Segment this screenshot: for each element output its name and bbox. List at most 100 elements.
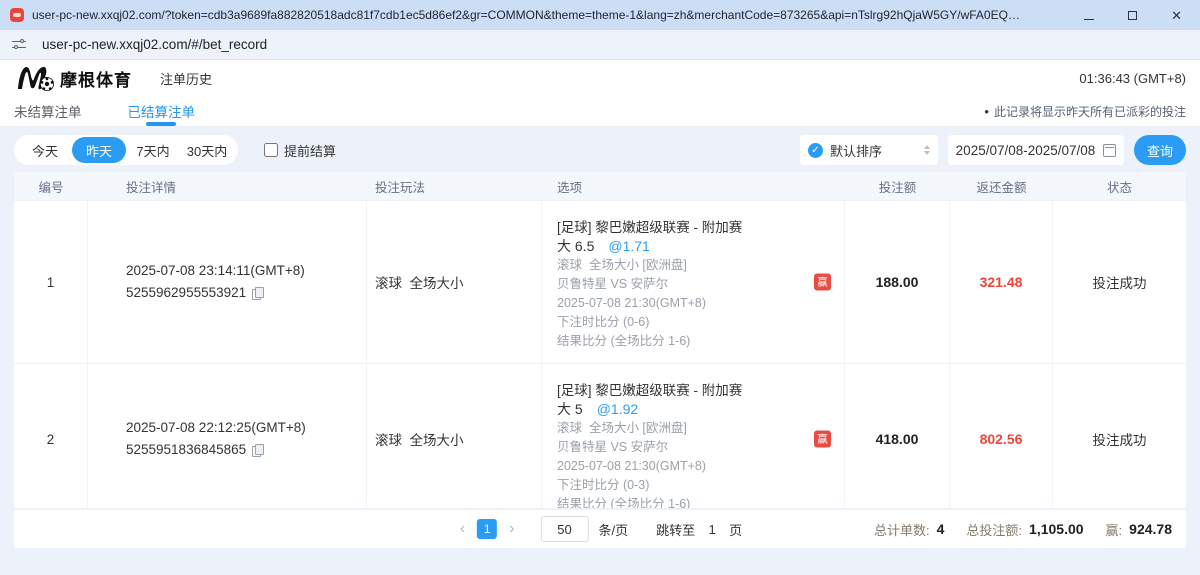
stake-amount: 188.00 <box>845 201 950 363</box>
result-score: 结果比分 (全场比分 1-6) <box>557 495 836 508</box>
bet-detail-cell: 2025-07-08 23:14:11(GMT+8) 5255962955553… <box>88 201 367 363</box>
table-header-row: 编号 投注详情 投注玩法 选项 投注额 返还金额 状态 <box>14 172 1186 200</box>
col-detail: 投注详情 <box>88 172 367 200</box>
site-settings-icon[interactable] <box>12 37 28 53</box>
play-type: 滚球 全场大小 <box>367 201 542 363</box>
check-circle-icon: ✓ <box>808 143 823 158</box>
bet-time: 2025-07-08 22:12:25(GMT+8) <box>126 417 358 439</box>
bet-record-table: 编号 投注详情 投注玩法 选项 投注额 返还金额 状态 1 2025-07-08… <box>14 172 1186 508</box>
sort-caret-icon <box>924 145 930 155</box>
page-unit-label: 页 <box>729 520 742 539</box>
bet-status: 投注成功 <box>1053 201 1186 363</box>
next-page-icon[interactable]: › <box>507 521 516 537</box>
address-url[interactable]: user-pc-new.xxqj02.com/#/bet_record <box>42 37 267 52</box>
pick-and-odds: 大 6.5@1.71 <box>557 237 836 256</box>
prev-page-icon[interactable]: ‹ <box>458 521 467 537</box>
close-icon[interactable]: ✕ <box>1171 9 1182 22</box>
score-at-bet: 下注时比分 (0-3) <box>557 476 836 495</box>
page-title: 注单历史 <box>160 69 212 88</box>
early-settle-checkbox[interactable] <box>264 143 278 157</box>
stake-amount: 418.00 <box>845 364 950 508</box>
bullet-icon: • <box>984 104 989 119</box>
match-teams: 贝鲁特星 VS 安萨尔 <box>557 438 836 457</box>
win-label: 赢: <box>1106 520 1123 539</box>
copy-icon[interactable] <box>252 444 263 456</box>
brand-name: 摩根体育 <box>60 66 132 91</box>
table-row: 1 2025-07-08 23:14:11(GMT+8) 52559629555… <box>14 200 1186 363</box>
calendar-icon <box>1103 144 1116 157</box>
table-footer: ‹ 1 › 条/页 跳转至 1 页 总计单数: 4 总投注额: 1,105.00… <box>14 510 1186 548</box>
filter-row: 今天 昨天 7天内 30天内 提前结算 ✓ 默认排序 2025/07/08-20… <box>14 135 1186 165</box>
league-name: [足球] 黎巴嫩超级联赛 - 附加赛 <box>557 381 836 400</box>
query-button[interactable]: 查询 <box>1134 135 1186 165</box>
filter-30days[interactable]: 30天内 <box>180 137 234 163</box>
copy-icon[interactable] <box>252 287 263 299</box>
row-number: 2 <box>14 364 88 508</box>
tab-bar: 未结算注单 已结算注单 • 此记录将显示昨天所有已派彩的投注 <box>0 96 1200 127</box>
jump-to-label: 跳转至 <box>656 520 695 539</box>
date-range-value: 2025/07/08-2025/07/08 <box>956 143 1096 158</box>
sort-selected-value: 默认排序 <box>830 141 917 160</box>
return-amount: 321.48 <box>950 201 1053 363</box>
bet-detail-cell: 2025-07-08 22:12:25(GMT+8) 5255951836845… <box>88 364 367 508</box>
filter-today[interactable]: 今天 <box>18 137 72 163</box>
brand-logo-icon <box>14 63 56 93</box>
result-score: 结果比分 (全场比分 1-6) <box>557 332 836 351</box>
bet-id: 5255951836845865 <box>126 439 246 461</box>
browser-urlbar[interactable]: user-pc-new.xxqj02.com/#/bet_record <box>0 30 1200 60</box>
filter-yesterday[interactable]: 昨天 <box>72 137 126 163</box>
col-play: 投注玩法 <box>367 172 542 200</box>
active-tab-indicator <box>146 122 176 126</box>
league-name: [足球] 黎巴嫩超级联赛 - 附加赛 <box>557 218 836 237</box>
maximize-icon[interactable] <box>1128 9 1137 22</box>
server-clock: 01:36:43 (GMT+8) <box>1079 71 1186 86</box>
win-value: 924.78 <box>1129 521 1172 537</box>
col-no: 编号 <box>14 172 88 200</box>
totals-summary: 总计单数: 4 总投注额: 1,105.00 赢: 924.78 <box>874 520 1172 539</box>
record-notice: • 此记录将显示昨天所有已派彩的投注 <box>984 103 1186 120</box>
col-return: 返还金额 <box>950 172 1053 200</box>
minimize-icon[interactable] <box>1084 9 1094 22</box>
bet-id: 5255962955553921 <box>126 282 246 304</box>
date-range-picker[interactable]: 2025/07/08-2025/07/08 <box>948 135 1124 165</box>
market-info: 滚球 全场大小 [欧洲盘] <box>557 256 836 275</box>
filter-7days[interactable]: 7天内 <box>126 137 180 163</box>
odds-value: @1.71 <box>608 238 649 254</box>
win-badge-icon: 赢 <box>814 274 831 291</box>
table-row: 2 2025-07-08 22:12:25(GMT+8) 52559518368… <box>14 363 1186 508</box>
tab-settled[interactable]: 已结算注单 <box>128 96 196 126</box>
early-settle-option[interactable]: 提前结算 <box>264 141 336 160</box>
browser-tab-title: user-pc-new.xxqj02.com/?token=cdb3a9689f… <box>32 8 1022 22</box>
return-amount: 802.56 <box>950 364 1053 508</box>
odds-value: @1.92 <box>597 401 638 417</box>
match-time: 2025-07-08 21:30(GMT+8) <box>557 294 836 313</box>
col-option: 选项 <box>542 172 845 200</box>
total-count-value: 4 <box>937 521 945 537</box>
app-header: 摩根体育 注单历史 01:36:43 (GMT+8) <box>0 60 1200 96</box>
page-number-button[interactable]: 1 <box>477 519 497 539</box>
score-at-bet: 下注时比分 (0-6) <box>557 313 836 332</box>
pick-and-odds: 大 5@1.92 <box>557 400 836 419</box>
play-type: 滚球 全场大小 <box>367 364 542 508</box>
sort-select[interactable]: ✓ 默认排序 <box>800 135 938 165</box>
browser-titlebar: user-pc-new.xxqj02.com/?token=cdb3a9689f… <box>0 0 1200 30</box>
page-size-input[interactable] <box>541 516 589 542</box>
jump-page-value[interactable]: 1 <box>705 522 719 537</box>
option-cell: [足球] 黎巴嫩超级联赛 - 附加赛 大 5@1.92 滚球 全场大小 [欧洲盘… <box>542 364 845 508</box>
col-stake: 投注额 <box>845 172 950 200</box>
col-status: 状态 <box>1053 172 1186 200</box>
bet-status: 投注成功 <box>1053 364 1186 508</box>
pagination: ‹ 1 › 条/页 跳转至 1 页 <box>458 516 742 542</box>
bet-time: 2025-07-08 23:14:11(GMT+8) <box>126 260 358 282</box>
win-badge-icon: 赢 <box>814 431 831 448</box>
total-count-label: 总计单数: <box>874 520 930 539</box>
site-favicon-icon <box>10 8 24 22</box>
option-cell: [足球] 黎巴嫩超级联赛 - 附加赛 大 6.5@1.71 滚球 全场大小 [欧… <box>542 201 845 363</box>
total-stake-value: 1,105.00 <box>1029 521 1084 537</box>
tab-unsettled[interactable]: 未结算注单 <box>14 96 82 126</box>
per-page-label: 条/页 <box>599 520 629 539</box>
row-number: 1 <box>14 201 88 363</box>
match-teams: 贝鲁特星 VS 安萨尔 <box>557 275 836 294</box>
date-quick-filter-group: 今天 昨天 7天内 30天内 <box>14 135 238 165</box>
match-time: 2025-07-08 21:30(GMT+8) <box>557 457 836 476</box>
